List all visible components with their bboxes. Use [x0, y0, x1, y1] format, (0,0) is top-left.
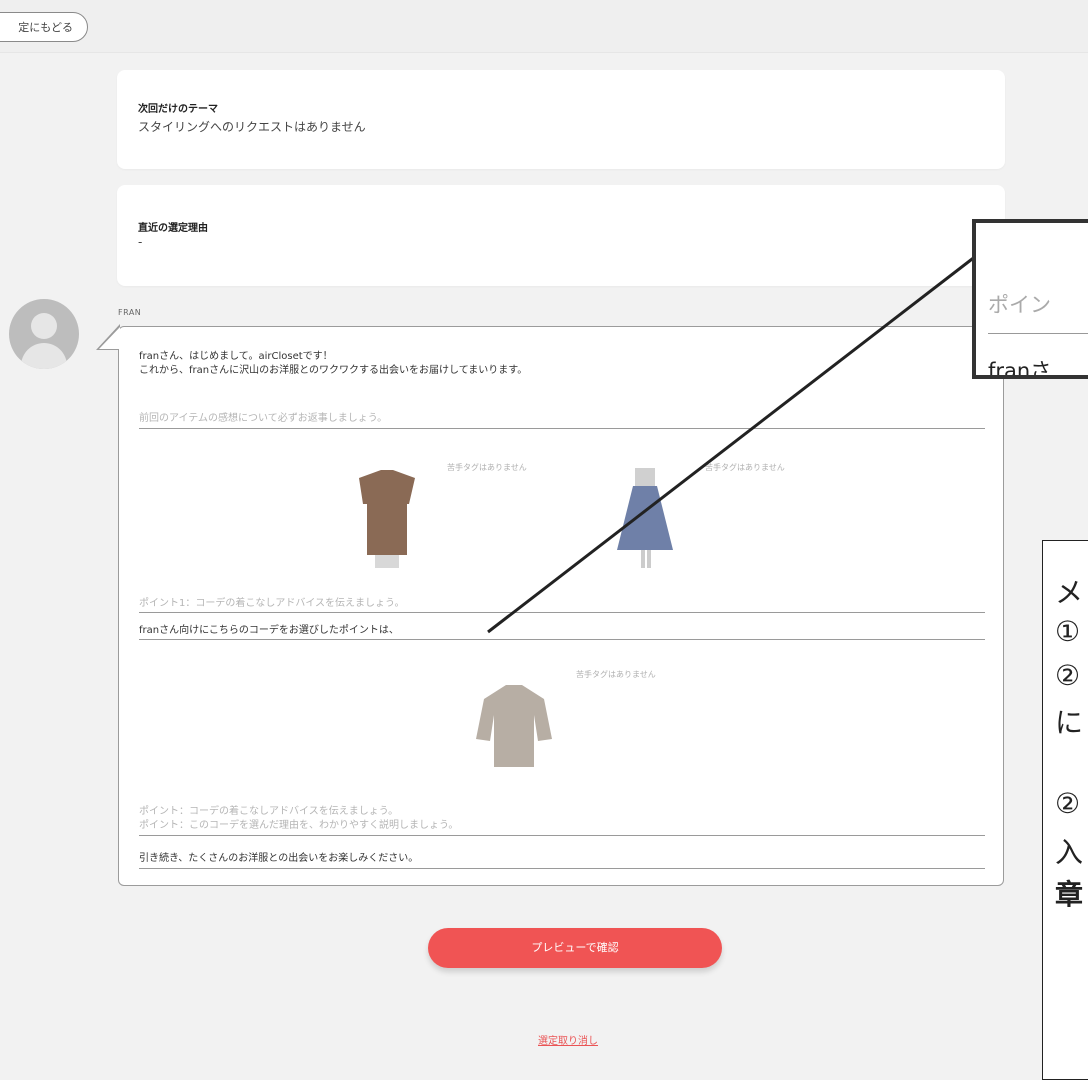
- note-line: に: [1055, 706, 1084, 739]
- zoom-line-2: franさ: [988, 359, 1052, 379]
- note-line: 章: [1055, 878, 1084, 911]
- callout-pointer: [487, 254, 977, 634]
- note-line: メ: [1055, 576, 1084, 609]
- note-line: ①: [1055, 615, 1081, 648]
- note-line: 入: [1055, 836, 1084, 869]
- zoom-callout: ポイン franさ: [972, 219, 1088, 379]
- note-line: ②: [1055, 659, 1081, 692]
- note-callout: メ ① ② に ② 入 章: [1042, 540, 1088, 1080]
- zoom-line-1: ポイン: [988, 293, 1051, 317]
- note-line: ②: [1055, 787, 1081, 820]
